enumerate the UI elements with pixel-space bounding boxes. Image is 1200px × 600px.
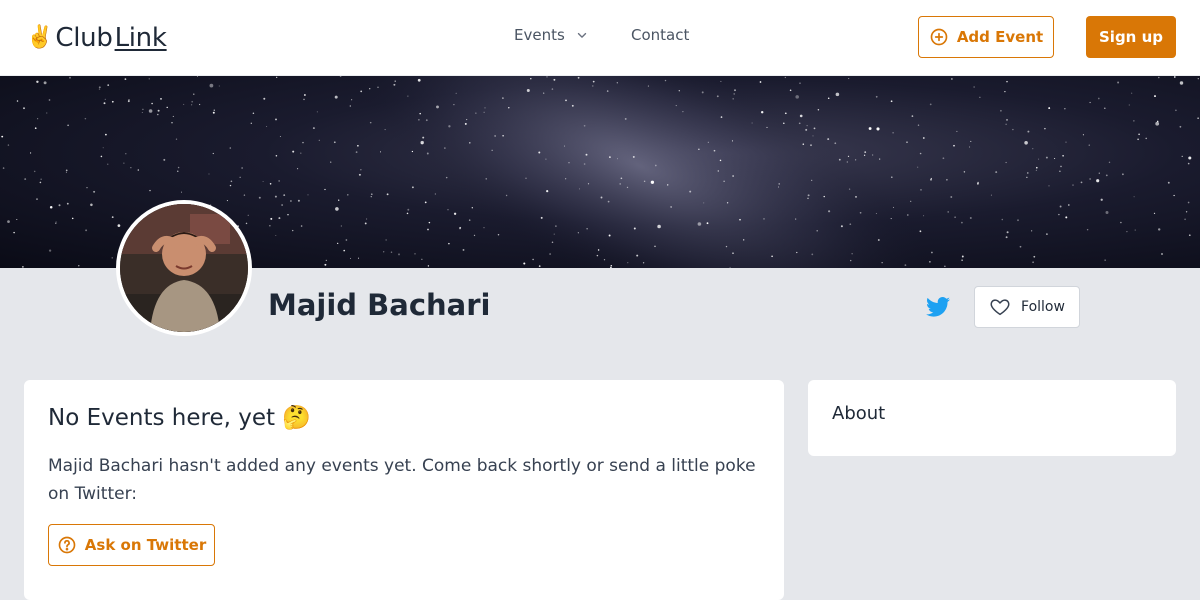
chevron-down-icon [577,32,586,38]
follow-label: Follow [1021,299,1065,315]
profile-avatar [116,200,252,336]
about-title: About [832,403,886,424]
victory-hand-icon: ✌️ [26,25,54,50]
add-event-label: Add Event [956,28,1044,46]
avatar-photo [120,204,248,332]
nav-events-dropdown[interactable]: Events [514,26,589,44]
nav-events-label: Events [514,26,565,44]
clublink-logo[interactable]: ✌️ Club Link [26,22,167,54]
twitter-icon[interactable] [926,296,950,318]
twitter-bird-icon [926,297,950,317]
ask-on-twitter-label: Ask on Twitter [84,536,207,554]
about-card: About [808,380,1176,456]
plus-circle-icon [930,28,948,46]
events-empty-card: No Events here, yet 🤔 Majid Bachari hasn… [24,380,784,600]
logo-text-club: Club [55,23,113,53]
question-circle-icon [58,536,76,554]
empty-events-title: No Events here, yet 🤔 [48,405,311,431]
follow-button[interactable]: Follow [974,286,1080,328]
nav-contact-link[interactable]: Contact [631,26,689,44]
logo-text-link: Link [114,23,167,53]
signup-button[interactable]: Sign up [1086,16,1176,58]
add-event-button[interactable]: Add Event [918,16,1054,58]
heart-icon [990,299,1010,316]
empty-events-message: Majid Bachari hasn't added any events ye… [48,456,756,504]
profile-name: Majid Bachari [268,288,491,322]
ask-on-twitter-button[interactable]: Ask on Twitter [48,524,215,566]
site-header: ✌️ Club Link Events Contact Add Event Sig… [0,0,1200,76]
